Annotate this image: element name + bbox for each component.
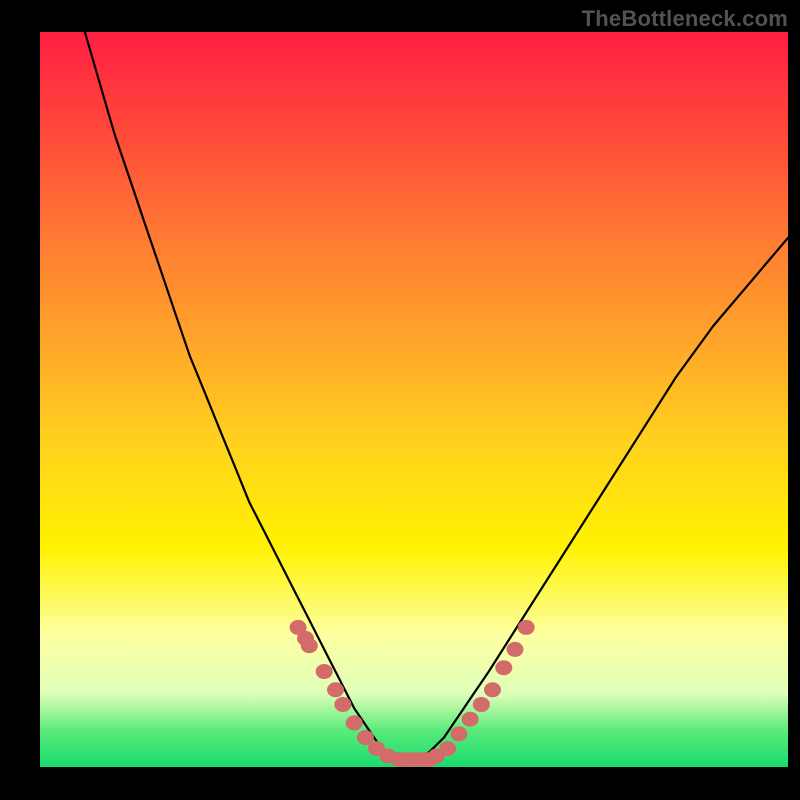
curve-marker xyxy=(451,727,467,741)
curve-marker xyxy=(507,642,523,656)
curve-marker xyxy=(357,731,373,745)
chart-frame: TheBottleneck.com xyxy=(0,0,800,800)
curve-marker xyxy=(462,712,478,726)
curve-layer xyxy=(40,32,788,767)
watermark-label: TheBottleneck.com xyxy=(582,6,788,32)
curve-marker xyxy=(346,716,362,730)
curve-marker xyxy=(496,661,512,675)
curve-markers xyxy=(290,620,534,766)
curve-marker xyxy=(485,683,501,697)
plot-area xyxy=(40,32,788,767)
curve-marker xyxy=(328,683,344,697)
curve-marker xyxy=(335,698,351,712)
curve-marker xyxy=(518,620,534,634)
curve-marker xyxy=(301,639,317,653)
curve-marker xyxy=(316,665,332,679)
curve-marker xyxy=(440,742,456,756)
curve-marker xyxy=(473,698,489,712)
bottleneck-curve xyxy=(85,32,788,760)
